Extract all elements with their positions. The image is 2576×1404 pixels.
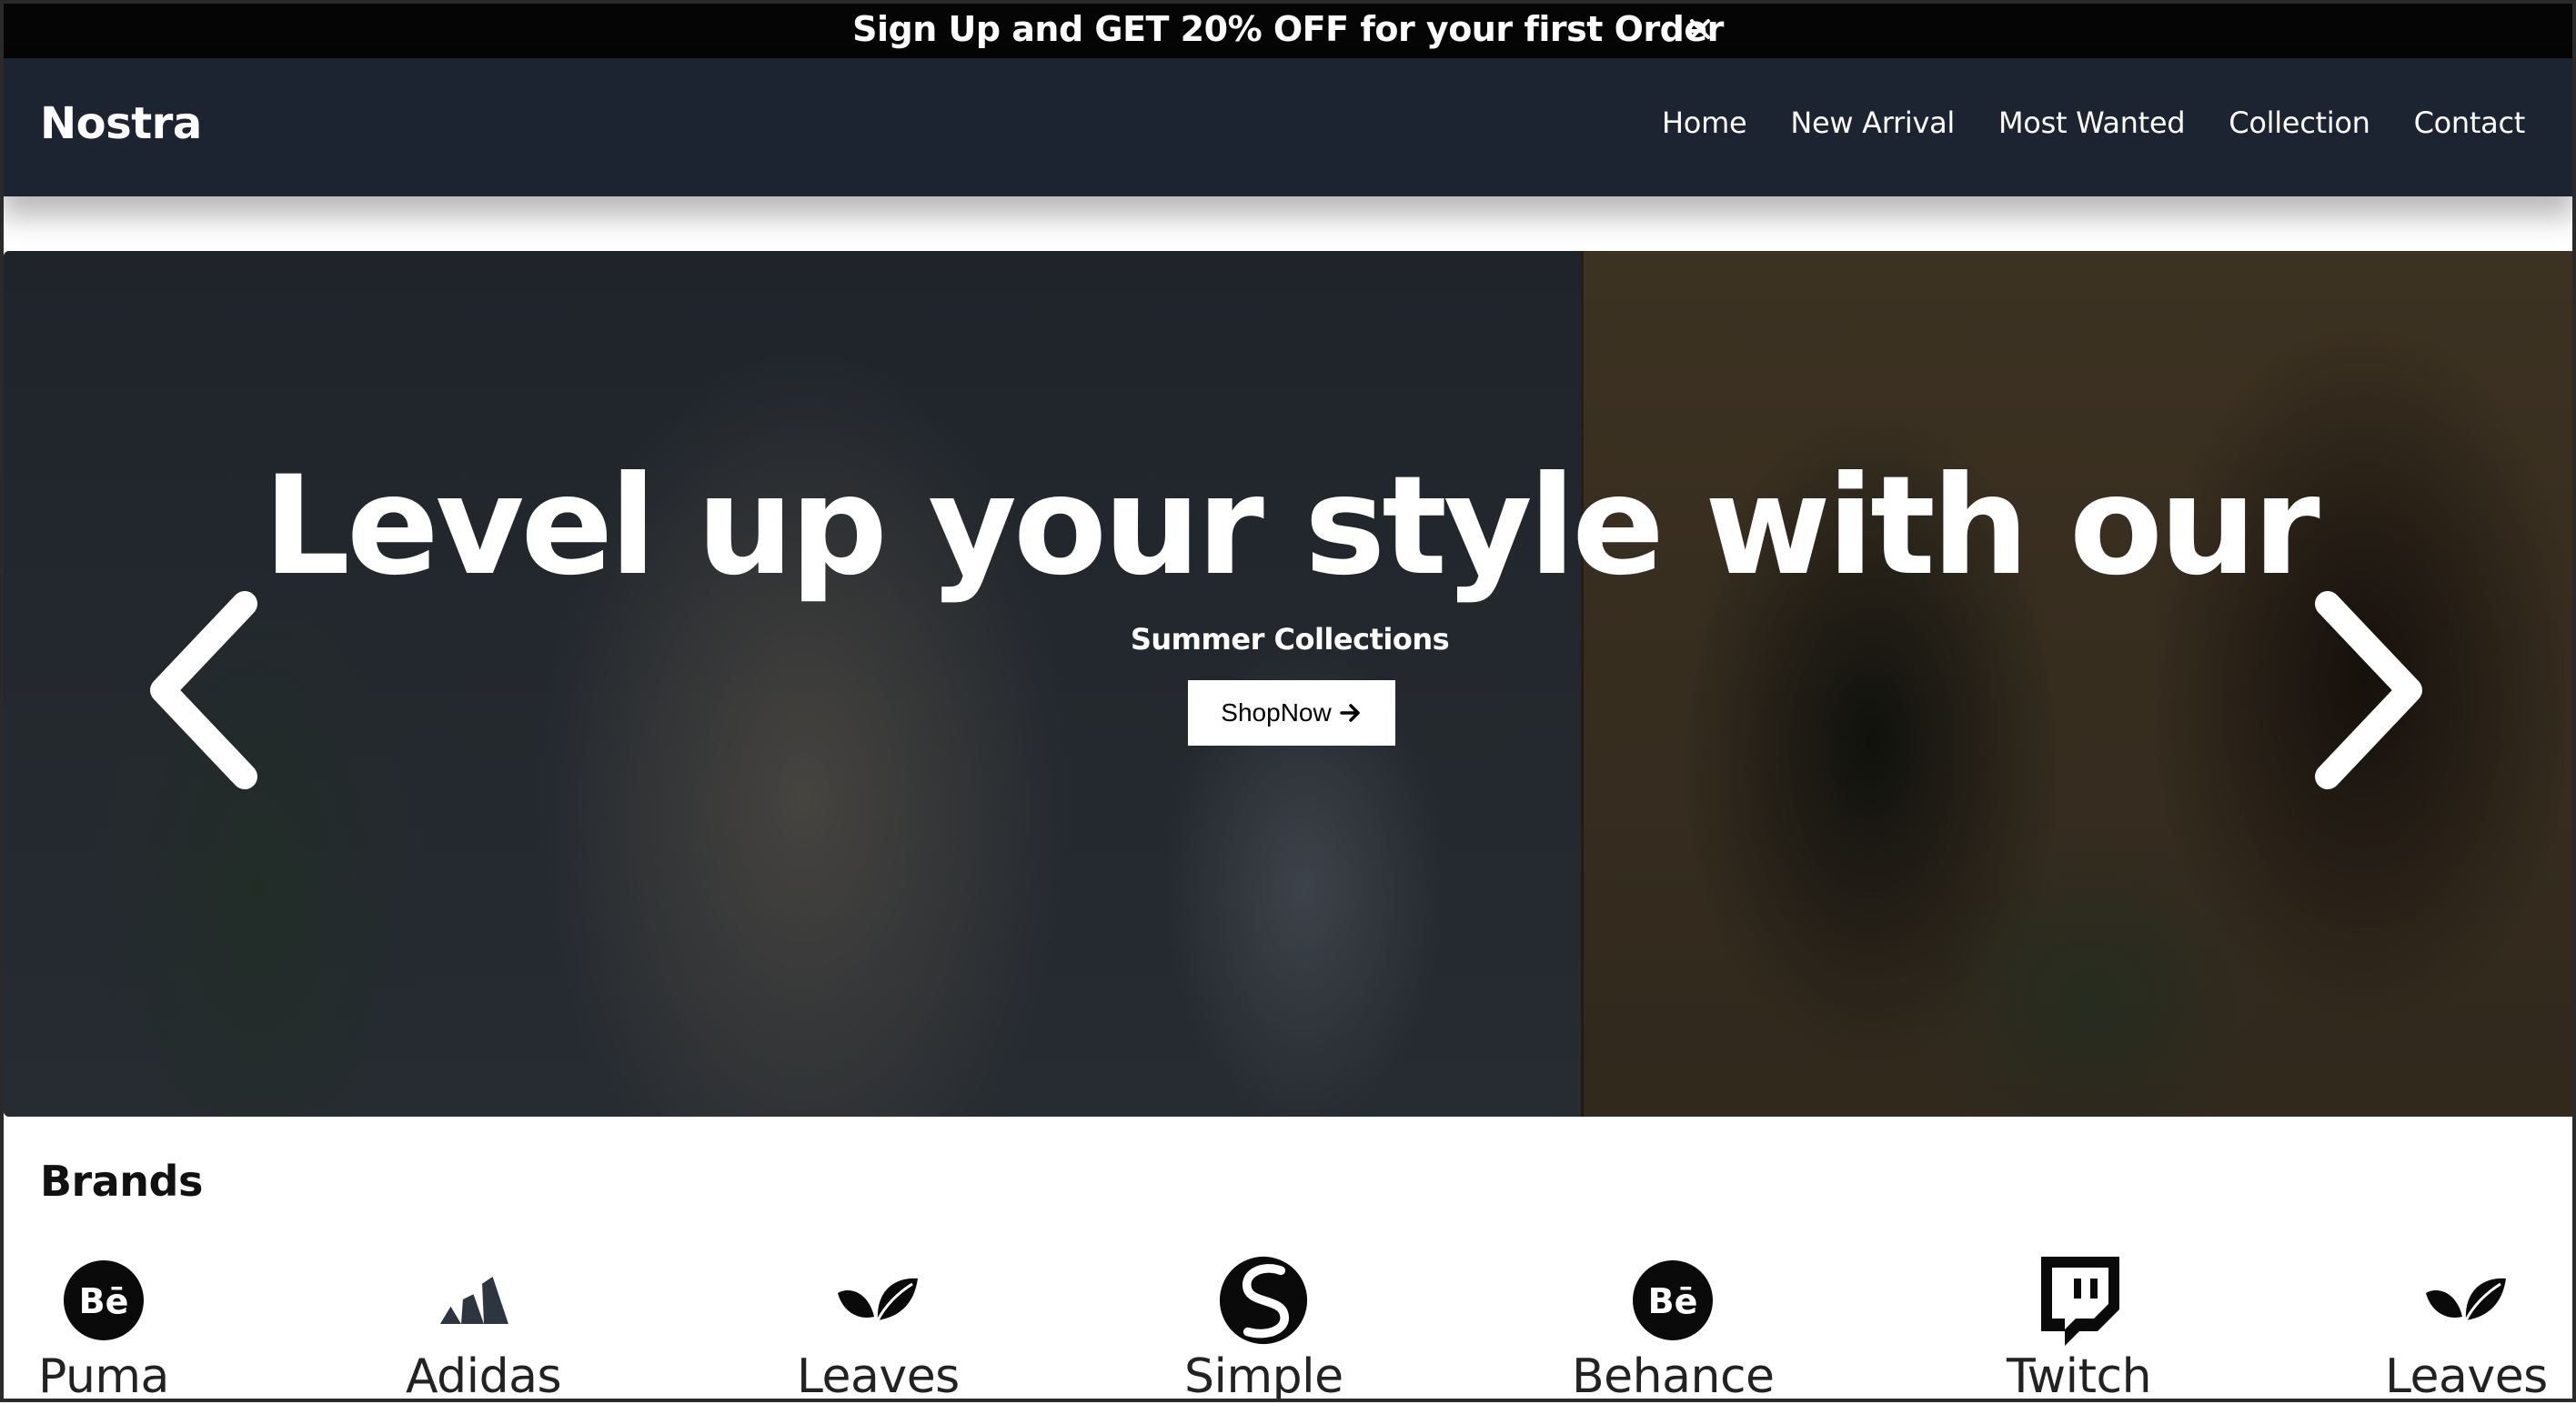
announcement-text: Sign Up and GET 20% OFF for your first O… xyxy=(852,9,1724,49)
brand-label: Simple xyxy=(1184,1349,1343,1404)
brand-item-puma[interactable]: Bē Puma xyxy=(38,1255,169,1404)
behance-icon: Bē xyxy=(1627,1255,1718,1346)
brand-item-adidas[interactable]: Adidas xyxy=(406,1255,562,1404)
shop-now-button[interactable]: ShopNow xyxy=(1188,680,1395,746)
svg-text:Bē: Bē xyxy=(1648,1281,1698,1321)
brand-label: Leaves xyxy=(797,1349,960,1404)
nav-link-contact[interactable]: Contact xyxy=(2414,105,2526,140)
nav-link-new-arrival[interactable]: New Arrival xyxy=(1790,105,1955,140)
main-nav: Home New Arrival Most Wanted Collection … xyxy=(1662,105,2525,140)
brand-item-behance[interactable]: Bē Behance xyxy=(1572,1255,1775,1404)
chevron-left-icon xyxy=(150,591,257,789)
svg-text:Bē: Bē xyxy=(79,1281,129,1321)
hero-carousel: Level up your style with our Summer Coll… xyxy=(4,251,2576,1117)
carousel-next-button[interactable] xyxy=(2296,586,2441,795)
brand-item-leaves-2[interactable]: Leaves xyxy=(2385,1255,2548,1404)
brands-heading: Brands xyxy=(40,1157,203,1206)
nav-link-most-wanted[interactable]: Most Wanted xyxy=(1998,105,2186,140)
brand-label: Puma xyxy=(38,1349,169,1404)
brand-item-twitch[interactable]: Twitch xyxy=(2007,1255,2152,1404)
site-logo[interactable]: Nostra xyxy=(40,98,202,149)
twitch-icon xyxy=(2034,1255,2125,1346)
chevron-right-icon xyxy=(2315,591,2422,789)
brand-label: Behance xyxy=(1572,1349,1775,1404)
brand-item-simple[interactable]: Simple xyxy=(1184,1255,1343,1404)
brand-label: Adidas xyxy=(406,1349,562,1404)
nav-link-collection[interactable]: Collection xyxy=(2229,105,2370,140)
hero-title: Level up your style with our xyxy=(263,447,2319,606)
carousel-prev-button[interactable] xyxy=(131,586,277,795)
behance-icon: Bē xyxy=(58,1255,149,1346)
shop-now-label: ShopNow xyxy=(1221,698,1332,727)
brand-item-leaves[interactable]: Leaves xyxy=(797,1255,960,1404)
brand-label: Twitch xyxy=(2007,1349,2152,1404)
adidas-icon xyxy=(438,1255,529,1346)
hero-subtitle: Summer Collections xyxy=(1130,622,1450,657)
close-announcement-button[interactable] xyxy=(1678,7,1722,51)
arrow-right-icon xyxy=(1339,704,1360,722)
announcement-bar: Sign Up and GET 20% OFF for your first O… xyxy=(0,0,2576,58)
nav-link-home[interactable]: Home xyxy=(1662,105,1747,140)
brand-label: Leaves xyxy=(2385,1349,2548,1404)
navbar: Nostra Home New Arrival Most Wanted Coll… xyxy=(0,58,2576,196)
leaves-icon xyxy=(832,1255,923,1346)
close-icon xyxy=(1690,19,1710,39)
leaves-icon xyxy=(2420,1255,2511,1346)
simple-icon xyxy=(1218,1255,1309,1346)
